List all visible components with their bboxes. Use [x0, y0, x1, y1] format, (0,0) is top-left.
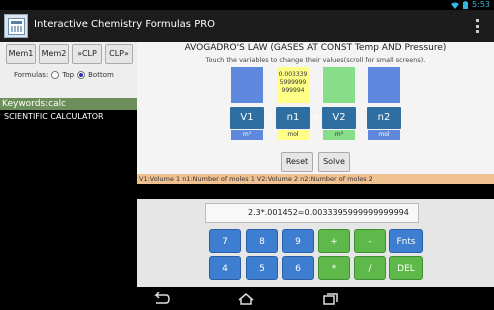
fonts-button[interactable]: Fnts	[389, 229, 423, 253]
keywords-bar[interactable]: Keywords:calc	[0, 98, 137, 110]
memory-panel: Mem1 Mem2 »CLP CLP» Formulas: Top Bottom	[0, 42, 137, 98]
delete-button[interactable]: DEL	[389, 256, 423, 280]
key-9[interactable]: 9	[282, 229, 314, 253]
key-4[interactable]: 4	[209, 256, 241, 280]
formula-position-selector: Formulas: Top Bottom	[14, 69, 114, 81]
n1-value-cell[interactable]: 0.003339 5999999 999994	[277, 67, 309, 103]
n1-value-line-1: 0.003339	[278, 71, 308, 78]
solve-button[interactable]: Solve	[318, 152, 350, 172]
mem1-button[interactable]: Mem1	[6, 44, 36, 64]
home-icon[interactable]	[236, 291, 256, 305]
recents-icon[interactable]	[320, 291, 340, 305]
law-title: AVOGADRO'S LAW (GASES AT CONST Temp AND …	[184, 43, 447, 53]
n1-unit: mol	[277, 130, 309, 140]
v2-unit: m³	[323, 130, 355, 140]
law-subtitle: Touch the variables to change their valu…	[205, 56, 426, 64]
key-7[interactable]: 7	[209, 229, 241, 253]
key-divide[interactable]: /	[354, 256, 386, 280]
key-8[interactable]: 8	[246, 229, 278, 253]
calculator: 2.3*.001452=0.0033395999999999994 7 8 9 …	[137, 199, 494, 287]
screen: 5:53 Interactive Chemistry Formulas PRO …	[0, 0, 494, 310]
status-time: 5:53	[472, 0, 490, 9]
mem2-button[interactable]: Mem2	[39, 44, 69, 64]
battery-icon	[463, 1, 469, 9]
to-clipboard-button[interactable]: »CLP	[72, 44, 102, 64]
formulas-label: Formulas:	[14, 71, 49, 79]
formula-panel: AVOGADRO'S LAW (GASES AT CONST Temp AND …	[137, 42, 494, 174]
navigation-bar	[0, 287, 494, 310]
key-plus[interactable]: +	[318, 229, 350, 253]
n1-value-line-3: 999994	[281, 87, 305, 94]
v1-unit: m³	[231, 130, 263, 140]
sidebar-item-scientific-calculator[interactable]: SCIENTIFIC CALCULATOR	[4, 112, 104, 121]
status-right: 5:53	[451, 0, 490, 10]
bottom-radio[interactable]	[77, 71, 86, 79]
v2-value-cell[interactable]	[323, 67, 355, 103]
n1-variable-button[interactable]: n1	[276, 107, 310, 129]
n2-unit: mol	[368, 130, 400, 140]
n1-value-line-2: 5999999	[279, 79, 307, 86]
back-icon[interactable]	[150, 291, 170, 305]
wifi-icon	[451, 2, 460, 9]
key-5[interactable]: 5	[246, 256, 278, 280]
reset-button[interactable]: Reset	[281, 152, 313, 172]
v1-variable-button[interactable]: V1	[230, 107, 264, 129]
n2-value-cell[interactable]	[368, 67, 400, 103]
top-label: Top	[62, 71, 75, 79]
top-radio[interactable]	[51, 71, 60, 79]
key-minus[interactable]: -	[354, 229, 386, 253]
key-multiply[interactable]: *	[318, 256, 350, 280]
action-bar: Interactive Chemistry Formulas PRO	[0, 10, 494, 42]
app-title: Interactive Chemistry Formulas PRO	[34, 19, 216, 30]
v1-value-cell[interactable]	[231, 67, 263, 103]
from-clipboard-button[interactable]: CLP»	[105, 44, 133, 64]
v2-variable-button[interactable]: V2	[322, 107, 356, 129]
key-6[interactable]: 6	[282, 256, 314, 280]
variables-legend: V1:Volume 1 n1:Number of moles 1 V2:Volu…	[137, 174, 494, 184]
overflow-menu-icon[interactable]	[476, 19, 480, 33]
app-icon[interactable]	[4, 14, 28, 38]
bottom-label: Bottom	[88, 71, 114, 79]
n2-variable-button[interactable]: n2	[367, 107, 401, 129]
status-bar: 5:53	[0, 0, 494, 10]
calculator-display[interactable]: 2.3*.001452=0.0033395999999999994	[205, 203, 419, 223]
